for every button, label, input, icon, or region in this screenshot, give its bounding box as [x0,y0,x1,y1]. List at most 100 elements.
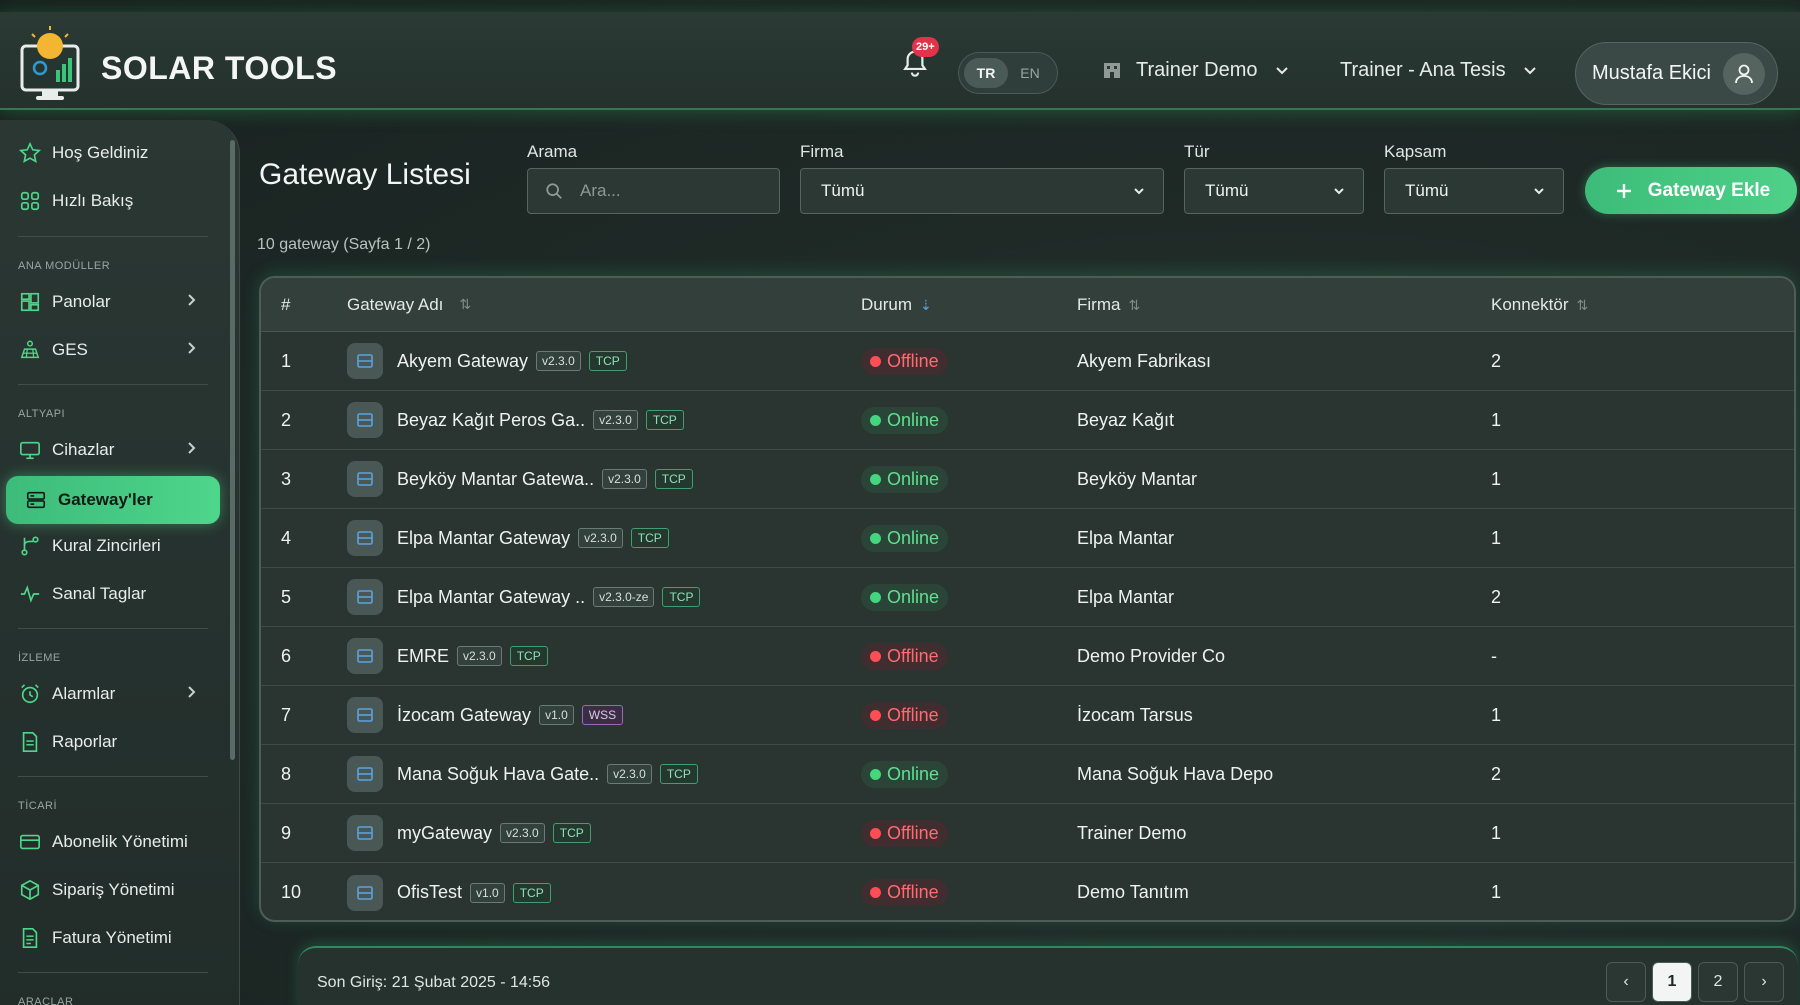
version-tag: v1.0 [539,705,574,725]
gateway-name-cell[interactable]: Elpa Mantar Gateway .. v2.3.0-ze TCP [347,579,861,615]
language-toggle[interactable]: TR EN [958,52,1058,94]
gateway-name-cell[interactable]: Mana Soğuk Hava Gate.. v2.3.0 TCP [347,756,861,792]
sidebar-item-ges[interactable]: GES [8,328,220,372]
sidebar-item-sanal-taglar[interactable]: Sanal Taglar [8,572,220,616]
sidebar-item-hizli-bakis[interactable]: Hızlı Bakış [8,179,220,223]
status-badge: Offline [861,347,948,375]
server-icon [347,402,383,438]
sidebar-item-hos-geldiniz[interactable]: Hoş Geldiniz [8,131,220,175]
page-title: Gateway Listesi [259,158,471,191]
company-name: Trainer Demo [1136,58,1258,81]
gateway-name-cell[interactable]: OfisTest v1.0 TCP [347,874,861,911]
sidebar-item-siparis[interactable]: Sipariş Yönetimi [8,868,220,912]
building-icon [1100,58,1124,82]
sidebar-item-label: GES [52,340,88,359]
search-input[interactable]: Ara... [527,168,780,214]
connector-count: 1 [1491,882,1502,902]
sidebar-item-cihazlar[interactable]: Cihazlar [8,428,220,472]
protocol-tag: TCP [630,528,669,548]
table-row[interactable]: 10 OfisTest v1.0 TCP Offline Demo Tanıtım 1 [261,863,1794,920]
next-page-button[interactable]: › [1744,962,1784,1002]
sidebar-item-fatura[interactable]: Fatura Yönetimi [8,916,220,960]
status-cell: Online [861,406,1077,434]
status-badge: Offline [861,642,948,670]
table-row[interactable]: 4 Elpa Mantar Gateway v2.3.0 TCP Online Elpa … [261,509,1794,568]
sidebar-item-abonelik[interactable]: Abonelik Yönetimi [8,820,220,864]
plus-icon [1612,179,1636,203]
table-row[interactable]: 2 Beyaz Kağıt Peros Ga.. v2.3.0 TCP Online Be… [261,391,1794,450]
sidebar: Hoş Geldiniz Hızlı Bakış ANA MODÜLLER Pa… [0,120,240,1005]
company-selector[interactable]: Trainer Demo [1100,58,1294,82]
sidebar-item-panolar[interactable]: Panolar [8,280,220,324]
lang-tr-option[interactable]: TR [964,58,1008,88]
header-status[interactable]: Durum ⇣ [861,295,1077,315]
site-selector[interactable]: Trainer - Ana Tesis [1340,58,1542,82]
status-badge: Online [861,760,949,788]
row-number: 7 [281,704,292,725]
connector-count: 1 [1491,527,1502,548]
user-menu[interactable]: Mustafa Ekici [1575,42,1778,105]
table-row[interactable]: 3 Beyköy Mantar Gatewa.. v2.3.0 TCP Online Be… [261,450,1794,509]
header-conn[interactable]: Konnektör ⇅ [1491,295,1791,315]
gateway-name: Beyköy Mantar Gatewa.. [397,468,595,489]
sidebar-item-kural-zincirleri[interactable]: Kural Zincirleri [8,524,220,568]
page-1-button[interactable]: 1 [1652,962,1692,1002]
firm-cell: Demo Tanıtım [1077,882,1189,902]
status-badge: Online [861,583,949,611]
status-dot-icon [870,591,881,603]
prev-page-button[interactable]: ‹ [1606,962,1646,1002]
lang-en-option[interactable]: EN [1008,58,1052,88]
firm-cell: Beyaz Kağıt [1077,409,1175,430]
firma-select[interactable]: Tümü [800,168,1164,214]
gateway-name-cell[interactable]: İzocam Gateway v1.0 WSS [347,697,861,733]
chevron-down-icon [1327,179,1351,203]
gateway-name-cell[interactable]: Akyem Gateway v2.3.0 TCP [347,343,861,379]
tur-select[interactable]: Tümü [1184,168,1364,214]
solar-panel-icon [18,338,42,362]
header-firm[interactable]: Firma ⇅ [1077,295,1491,315]
status-dot-icon [870,887,881,898]
gateway-name-cell[interactable]: myGateway v2.3.0 TCP [347,815,861,851]
pagination: ‹ 1 2 › [1606,962,1784,1002]
add-gateway-button[interactable]: Gateway Ekle [1585,167,1797,214]
header-conn-label: Konnektör [1491,294,1569,314]
table-row[interactable]: 1 Akyem Gateway v2.3.0 TCP Offline Akyem Fabr… [261,332,1794,391]
header-name[interactable]: Gateway Adı ⇅ [347,295,861,315]
gateway-name-cell[interactable]: EMRE v2.3.0 TCP [347,638,861,674]
status-cell: Offline [861,642,1077,670]
gateway-name-cell[interactable]: Beyköy Mantar Gatewa.. v2.3.0 TCP [347,461,861,497]
row-number: 5 [281,586,292,607]
status-dot-icon [870,414,881,426]
sidebar-item-label: Sanal Taglar [52,584,147,603]
grid-icon [18,189,42,213]
star-icon [18,141,42,165]
connector-count: 2 [1491,350,1502,371]
sidebar-item-raporlar[interactable]: Raporlar [8,720,220,764]
firma-value: Tümü [821,181,865,200]
kapsam-select[interactable]: Tümü [1384,168,1564,214]
table-row[interactable]: 6 EMRE v2.3.0 TCP Offline Demo Provider Co - [261,627,1794,686]
sidebar-item-gateways[interactable]: Gateway'ler [6,476,220,524]
sort-icon: ⇅ [1576,296,1589,313]
table-row[interactable]: 9 myGateway v2.3.0 TCP Offline Trainer Demo 1 [261,804,1794,863]
gateway-name: İzocam Gateway [397,704,532,725]
gateway-name-cell[interactable]: Beyaz Kağıt Peros Ga.. v2.3.0 TCP [347,402,861,438]
connector-count: 2 [1491,586,1502,607]
server-icon [24,488,48,512]
top-header: SOLAR TOOLS 29+ TR EN Trainer Demo Train… [0,12,1800,110]
gateway-name-cell[interactable]: Elpa Mantar Gateway v2.3.0 TCP [347,520,861,556]
sidebar-item-alarmlar[interactable]: Alarmlar [8,672,220,716]
server-icon [347,815,383,851]
solar-logo-icon[interactable] [18,24,84,102]
firm-cell: Demo Provider Co [1077,645,1226,666]
page-2-button[interactable]: 2 [1698,962,1738,1002]
server-icon [347,461,383,497]
table-row[interactable]: 8 Mana Soğuk Hava Gate.. v2.3.0 TCP Online Ma… [261,745,1794,804]
gateway-name: Akyem Gateway [397,350,529,371]
protocol-tag: TCP [552,823,591,843]
connector-count: 1 [1491,822,1502,843]
table-row[interactable]: 7 İzocam Gateway v1.0 WSS Offline İzocam Tars… [261,686,1794,745]
status-label: Online [887,763,940,784]
table-row[interactable]: 5 Elpa Mantar Gateway .. v2.3.0-ze TCP Onlin… [261,568,1794,627]
sidebar-scrollbar[interactable] [230,140,235,760]
